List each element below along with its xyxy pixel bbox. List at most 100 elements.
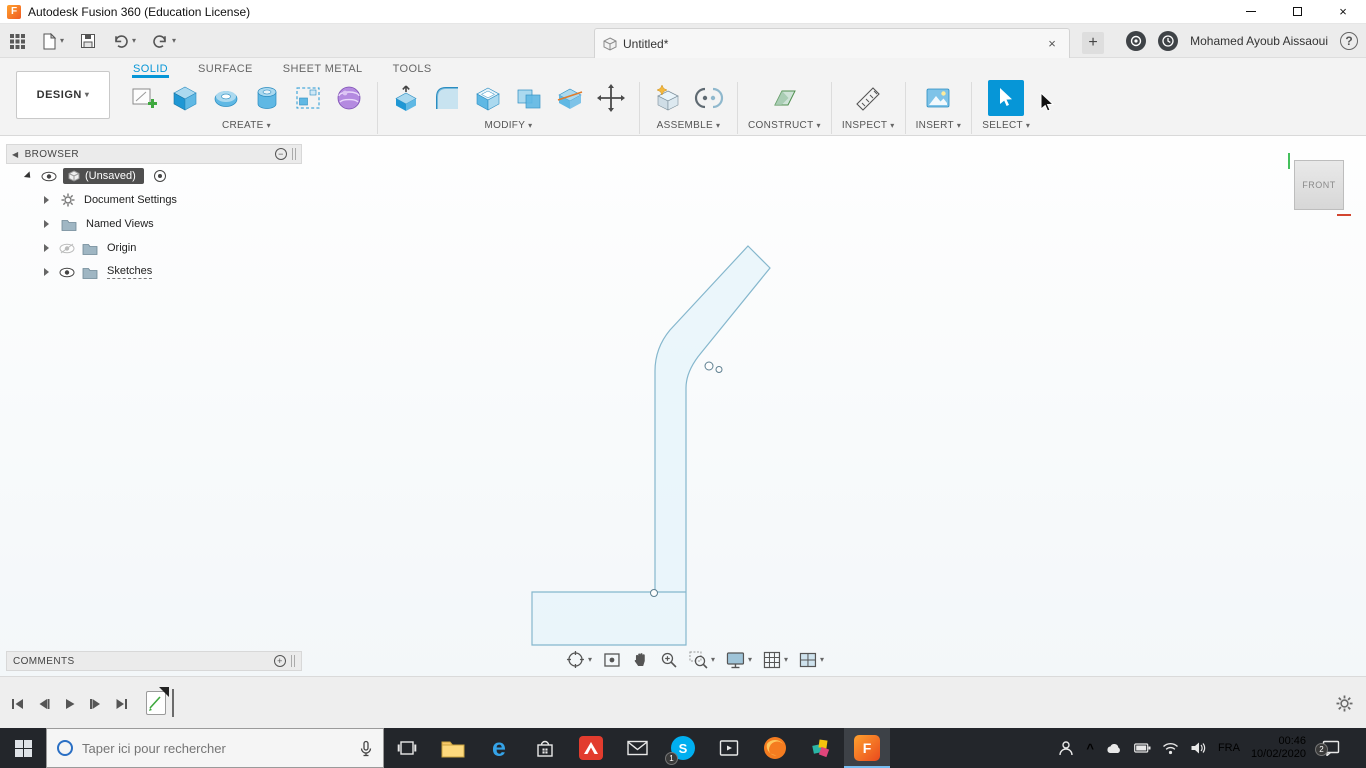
visibility-eye-icon[interactable] bbox=[59, 267, 75, 278]
timeline-rollback-bar[interactable] bbox=[172, 689, 174, 717]
timeline-sketch-feature[interactable] bbox=[146, 687, 169, 715]
help-button[interactable]: ? bbox=[1340, 32, 1358, 50]
create-group-dropdown[interactable]: CREATE ▾ bbox=[222, 120, 271, 131]
autodesk-app-button[interactable] bbox=[568, 728, 614, 768]
visibility-eye-icon[interactable] bbox=[41, 171, 57, 182]
new-tab-button[interactable]: + bbox=[1082, 32, 1104, 54]
firefox-button[interactable] bbox=[752, 728, 798, 768]
clock[interactable]: 00:46 10/02/2020 bbox=[1251, 735, 1306, 761]
split-body-button[interactable] bbox=[552, 80, 588, 116]
fillet-button[interactable] bbox=[429, 80, 465, 116]
battery-button[interactable] bbox=[1134, 742, 1151, 754]
expander-icon[interactable] bbox=[44, 244, 49, 252]
collapse-all-icon[interactable]: − bbox=[275, 148, 287, 160]
expander-icon[interactable] bbox=[44, 220, 49, 228]
press-pull-button[interactable] bbox=[388, 80, 424, 116]
construction-plane-button[interactable] bbox=[766, 80, 802, 116]
undo-button[interactable]: ▾ bbox=[112, 34, 136, 49]
workspace-selector[interactable]: DESIGN ▾ bbox=[16, 71, 110, 119]
search-input[interactable] bbox=[82, 740, 332, 756]
tab-sheet-metal[interactable]: SHEET METAL bbox=[282, 61, 364, 78]
onedrive-button[interactable] bbox=[1105, 742, 1123, 754]
volume-button[interactable] bbox=[1190, 741, 1207, 755]
tab-tools[interactable]: TOOLS bbox=[392, 61, 433, 78]
network-button[interactable] bbox=[1162, 742, 1179, 755]
look-at-button[interactable] bbox=[601, 649, 623, 671]
expander-icon[interactable] bbox=[23, 171, 34, 181]
move-copy-button[interactable] bbox=[593, 80, 629, 116]
display-settings-button[interactable]: ▾ bbox=[724, 649, 754, 671]
panel-resize-grip[interactable] bbox=[291, 655, 295, 667]
visibility-eye-off-icon[interactable] bbox=[59, 243, 75, 254]
extensions-button[interactable] bbox=[1126, 31, 1147, 51]
timeline-settings-button[interactable] bbox=[1336, 695, 1353, 712]
fusion360-taskbar-button[interactable]: F bbox=[844, 728, 890, 768]
microsoft-store-button[interactable] bbox=[522, 728, 568, 768]
tab-surface[interactable]: SURFACE bbox=[197, 61, 254, 78]
pan-button[interactable] bbox=[630, 649, 651, 671]
orbit-button[interactable]: ▾ bbox=[564, 648, 594, 671]
view-cube[interactable]: FRONT bbox=[1288, 153, 1351, 216]
create-sketch-button[interactable] bbox=[126, 80, 162, 116]
panel-resize-grip[interactable] bbox=[292, 148, 296, 160]
construct-group-dropdown[interactable]: CONSTRUCT ▾ bbox=[748, 120, 821, 131]
expander-icon[interactable] bbox=[44, 196, 49, 204]
add-comment-icon[interactable]: + bbox=[274, 655, 286, 667]
mail-button[interactable] bbox=[614, 728, 660, 768]
microphone-icon[interactable] bbox=[358, 740, 374, 757]
combine-button[interactable] bbox=[511, 80, 547, 116]
joint-button[interactable] bbox=[691, 80, 727, 116]
modeling-canvas[interactable]: ◀ BROWSER − (Unsaved) Document Settings … bbox=[0, 136, 1366, 676]
action-center-button[interactable]: 2 bbox=[1315, 740, 1340, 756]
grid-layout-button[interactable]: ▾ bbox=[761, 649, 790, 671]
minimize-button[interactable] bbox=[1228, 0, 1274, 23]
close-tab-button[interactable]: × bbox=[1043, 36, 1061, 51]
taskbar-search-box[interactable] bbox=[46, 728, 384, 768]
hole-button[interactable] bbox=[249, 80, 285, 116]
select-button[interactable] bbox=[988, 80, 1025, 116]
films-tv-button[interactable] bbox=[706, 728, 752, 768]
go-to-start-button[interactable] bbox=[10, 697, 25, 711]
job-status-button[interactable] bbox=[1158, 31, 1179, 51]
start-button[interactable] bbox=[0, 728, 46, 768]
activate-component-radio[interactable] bbox=[153, 170, 166, 182]
browser-row-root[interactable]: (Unsaved) bbox=[6, 164, 302, 188]
measure-button[interactable] bbox=[850, 80, 886, 116]
browser-row-sketches[interactable]: Sketches bbox=[6, 260, 302, 284]
show-hidden-icons-button[interactable]: ^ bbox=[1086, 741, 1094, 756]
step-forward-button[interactable] bbox=[88, 697, 103, 711]
modify-group-dropdown[interactable]: MODIFY ▾ bbox=[484, 120, 532, 131]
redo-button[interactable]: ▾ bbox=[152, 34, 176, 49]
zoom-window-button[interactable]: ▾ bbox=[687, 649, 717, 671]
file-explorer-button[interactable] bbox=[430, 728, 476, 768]
user-name[interactable]: Mohamed Ayoub Aissaoui bbox=[1190, 34, 1328, 48]
document-tab[interactable]: Untitled* × bbox=[594, 28, 1070, 58]
step-back-button[interactable] bbox=[36, 697, 51, 711]
root-document-pill[interactable]: (Unsaved) bbox=[63, 168, 144, 184]
collapse-panel-icon[interactable]: ◀ bbox=[12, 150, 19, 159]
language-indicator[interactable]: FRA bbox=[1218, 742, 1240, 754]
go-to-end-button[interactable] bbox=[114, 697, 129, 711]
file-menu-button[interactable]: ▾ bbox=[41, 32, 64, 50]
maximize-button[interactable] bbox=[1274, 0, 1320, 23]
skype-button[interactable]: S 1 bbox=[660, 728, 706, 768]
insert-group-dropdown[interactable]: INSERT ▾ bbox=[916, 120, 962, 131]
app-launcher-button[interactable] bbox=[10, 33, 25, 49]
browser-row-named-views[interactable]: Named Views bbox=[6, 212, 302, 236]
play-button[interactable] bbox=[62, 697, 77, 711]
browser-row-document-settings[interactable]: Document Settings bbox=[6, 188, 302, 212]
pattern-button[interactable] bbox=[290, 80, 326, 116]
zoom-button[interactable] bbox=[658, 649, 680, 671]
expander-icon[interactable] bbox=[44, 268, 49, 276]
browser-row-origin[interactable]: Origin bbox=[6, 236, 302, 260]
assemble-group-dropdown[interactable]: ASSEMBLE ▾ bbox=[657, 120, 721, 131]
viewports-button[interactable]: ▾ bbox=[797, 649, 826, 671]
new-component-button[interactable] bbox=[650, 80, 686, 116]
select-group-dropdown[interactable]: SELECT ▾ bbox=[982, 120, 1030, 131]
save-button[interactable] bbox=[80, 33, 96, 49]
close-button[interactable]: × bbox=[1320, 0, 1366, 23]
task-view-button[interactable] bbox=[384, 728, 430, 768]
insert-canvas-button[interactable] bbox=[920, 80, 956, 116]
inspect-group-dropdown[interactable]: INSPECT ▾ bbox=[842, 120, 895, 131]
revolve-button[interactable] bbox=[208, 80, 244, 116]
